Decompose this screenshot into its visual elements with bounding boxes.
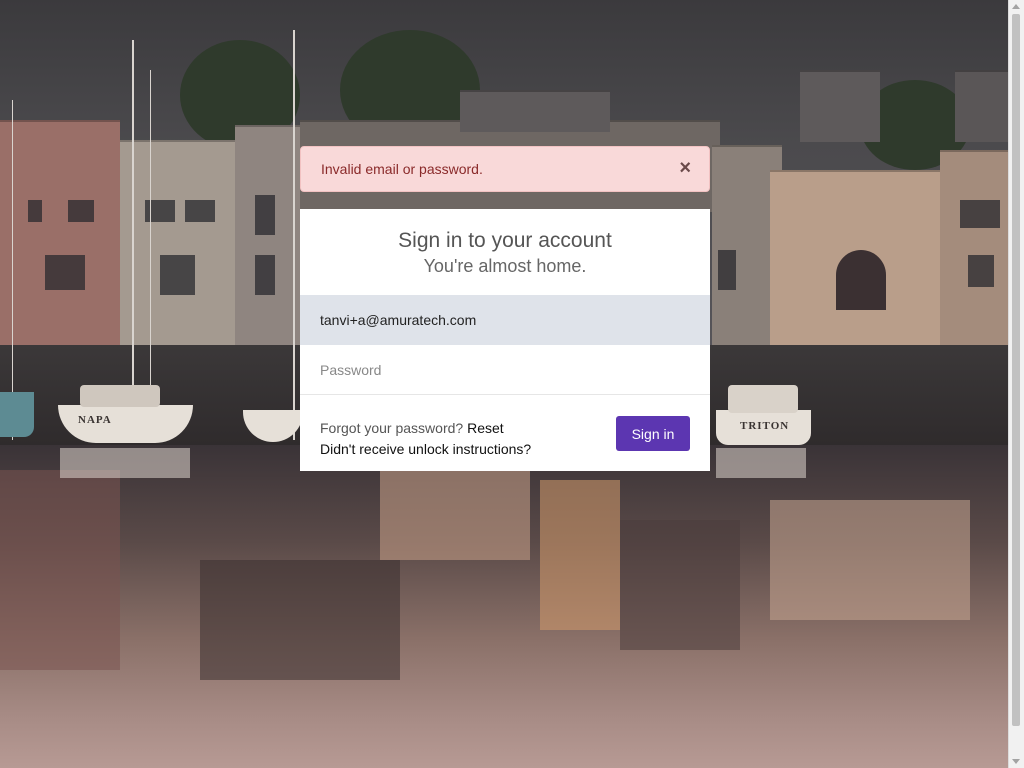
reflection xyxy=(770,500,970,620)
password-field[interactable] xyxy=(300,345,710,395)
boat xyxy=(0,392,34,437)
page-scrollbar[interactable] xyxy=(1008,0,1024,768)
window xyxy=(185,200,215,222)
page-subtitle: You're almost home. xyxy=(423,256,587,276)
reflection xyxy=(200,560,400,680)
email-field[interactable] xyxy=(300,295,710,345)
alert-message: Invalid email or password. xyxy=(321,161,483,177)
page-title: Sign in to your account xyxy=(398,229,612,252)
window xyxy=(68,200,94,222)
help-links: Forgot your password? Reset Didn't recei… xyxy=(320,418,531,460)
unlock-instructions-link[interactable]: Didn't receive unlock instructions? xyxy=(320,441,531,457)
error-alert: Invalid email or password. × xyxy=(300,146,710,192)
reflection xyxy=(540,480,620,630)
window xyxy=(836,250,886,310)
sign-in-card: Sign in to your account You're almost ho… xyxy=(300,209,710,471)
mast xyxy=(293,30,295,440)
reset-password-link[interactable]: Reset xyxy=(467,420,504,436)
mast xyxy=(132,40,134,440)
building xyxy=(235,125,310,347)
building xyxy=(800,70,880,142)
window xyxy=(968,255,994,287)
email-field-container xyxy=(300,295,710,345)
reflection xyxy=(620,520,740,650)
boat-cabin xyxy=(80,385,160,407)
boat-name: TRITON xyxy=(740,420,790,432)
window xyxy=(255,255,275,295)
reflection xyxy=(0,470,120,670)
window xyxy=(28,200,42,222)
scroll-thumb[interactable] xyxy=(1012,14,1020,726)
forgot-password-text: Forgot your password? xyxy=(320,420,464,436)
building xyxy=(955,70,1009,142)
window xyxy=(160,255,195,295)
scroll-down-arrow-icon[interactable] xyxy=(1012,759,1020,764)
building xyxy=(460,90,610,132)
window xyxy=(45,255,85,290)
sign-in-button[interactable]: Sign in xyxy=(616,416,690,451)
reflection xyxy=(380,470,530,560)
window xyxy=(255,195,275,235)
scroll-up-arrow-icon[interactable] xyxy=(1012,4,1020,9)
window xyxy=(718,250,736,290)
building xyxy=(940,150,1009,347)
reflection xyxy=(716,448,806,478)
building xyxy=(120,140,245,347)
boat-cabin xyxy=(728,385,798,413)
boat-name: NAPA xyxy=(78,414,112,426)
password-field-container xyxy=(300,345,710,395)
building xyxy=(0,120,120,347)
window xyxy=(960,200,1000,228)
close-icon[interactable]: × xyxy=(679,158,691,178)
reflection xyxy=(60,448,190,478)
mast xyxy=(12,100,13,440)
